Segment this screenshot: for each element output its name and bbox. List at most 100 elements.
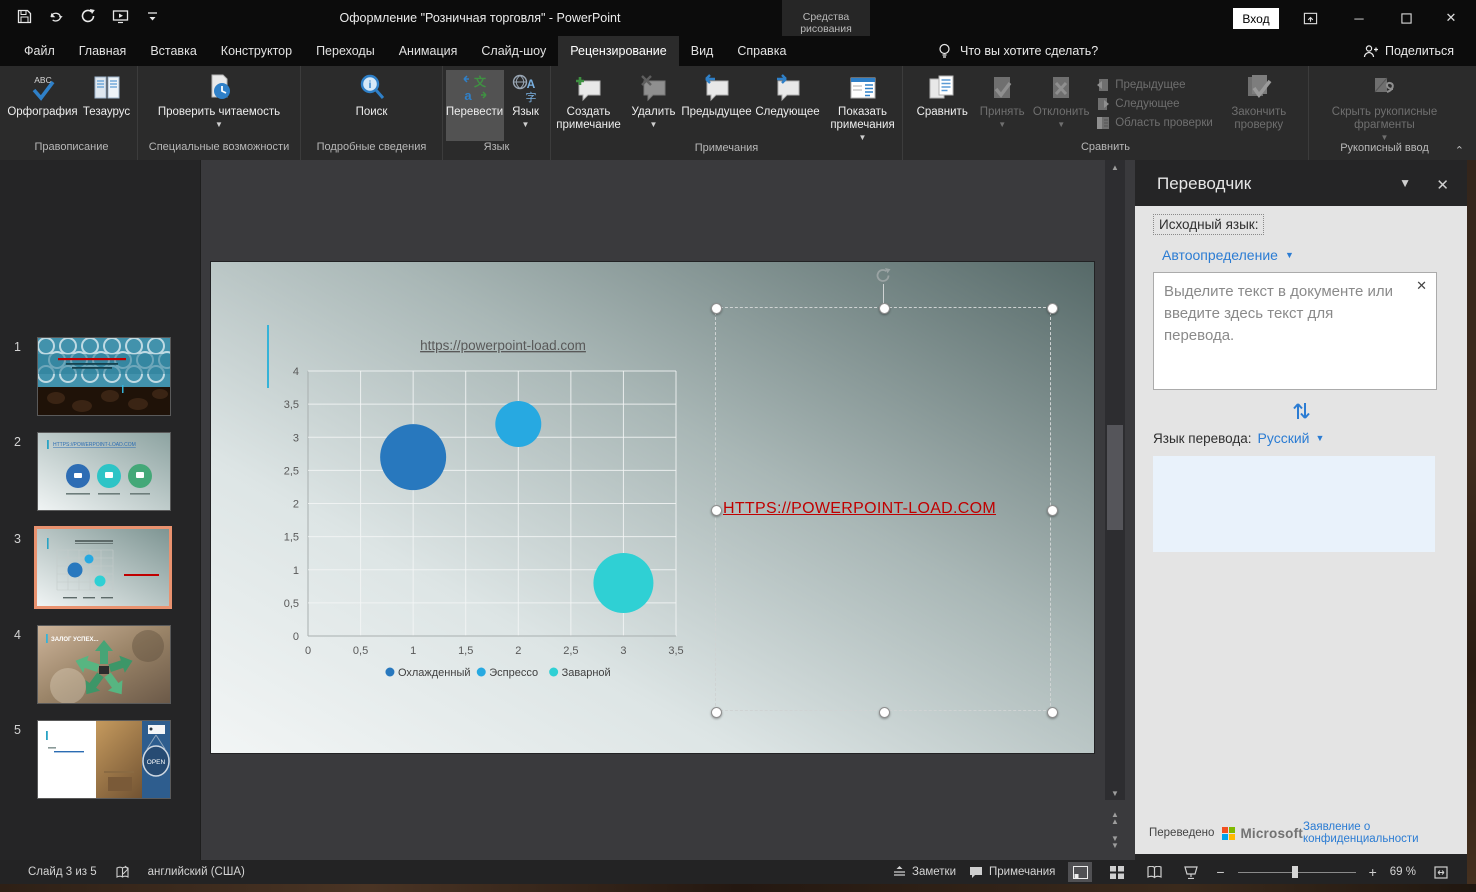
selection-handle-n[interactable]: [879, 303, 890, 314]
proofing-status-icon[interactable]: [115, 865, 130, 880]
selection-handle-w[interactable]: [711, 505, 722, 516]
clear-text-icon[interactable]: ✕: [1416, 278, 1427, 294]
selection-handle-ne[interactable]: [1047, 303, 1058, 314]
source-language-dropdown[interactable]: Автоопределение ▼: [1162, 247, 1294, 263]
slide-sorter-icon: [1110, 866, 1124, 879]
tab-transitions[interactable]: Переходы: [304, 36, 387, 66]
next-comment-button[interactable]: Следующее: [753, 70, 823, 142]
tab-slideshow[interactable]: Слайд-шоу: [469, 36, 558, 66]
textbox-hyperlink-text[interactable]: HTTPS://POWERPOINT-LOAD.COM: [723, 500, 996, 518]
selection-handle-se[interactable]: [1047, 707, 1058, 718]
dropdown-caret-icon: ▼: [1285, 250, 1294, 260]
rotation-handle[interactable]: [875, 267, 892, 284]
pane-options-caret-icon[interactable]: ▼: [1399, 176, 1411, 190]
scroll-up-arrow[interactable]: ▲: [1105, 160, 1125, 174]
bubble-Эспрессо[interactable]: [495, 401, 541, 447]
collapse-ribbon-icon[interactable]: ⌃: [1455, 144, 1464, 157]
tell-me-box[interactable]: Что вы хотите сделать?: [938, 36, 1098, 66]
start-slideshow-icon[interactable]: [112, 8, 129, 25]
slide-thumbnail-2[interactable]: HTTPS://POWERPOINT-LOAD.COM: [38, 433, 170, 510]
language-indicator[interactable]: английский (США): [148, 866, 245, 878]
zoom-slider-knob[interactable]: [1292, 866, 1298, 878]
normal-view-button[interactable]: [1068, 862, 1092, 882]
tab-file[interactable]: Файл: [12, 36, 67, 66]
smart-lookup-button[interactable]: i Поиск: [336, 70, 408, 141]
legend-dot: [549, 668, 558, 677]
slide-thumbnail-5[interactable]: OPEN: [38, 721, 170, 798]
source-text-input[interactable]: Выделите текст в документе или введите з…: [1153, 272, 1437, 390]
group-ink: Скрыть рукописные фрагменты ▼ Рукописный…: [1309, 66, 1460, 160]
slide-sorter-view-button[interactable]: [1105, 862, 1129, 882]
save-icon[interactable]: [16, 8, 33, 25]
target-language-dropdown[interactable]: Русский: [1258, 430, 1310, 446]
zoom-slider[interactable]: [1238, 865, 1356, 879]
target-language-label: Язык перевода:: [1153, 431, 1252, 446]
previous-slide-button[interactable]: ▲▲: [1105, 810, 1125, 826]
language-button[interactable]: А字 Язык ▼: [504, 70, 548, 141]
svg-text:3: 3: [293, 432, 299, 444]
scrollbar-thumb[interactable]: [1107, 425, 1123, 530]
next-slide-button[interactable]: ▼▼: [1105, 834, 1125, 850]
selection-handle-nw[interactable]: [711, 303, 722, 314]
swap-languages-icon[interactable]: [1290, 400, 1312, 422]
reading-view-button[interactable]: [1142, 862, 1166, 882]
delete-comment-button[interactable]: Удалить ▼: [627, 70, 681, 142]
zoom-percentage[interactable]: 69 %: [1390, 866, 1416, 878]
selection-handle-s[interactable]: [879, 707, 890, 718]
minimize-button[interactable]: ─: [1349, 9, 1369, 27]
tab-insert[interactable]: Вставка: [138, 36, 208, 66]
selection-handle-e[interactable]: [1047, 505, 1058, 516]
tab-help[interactable]: Справка: [725, 36, 798, 66]
tab-animations[interactable]: Анимация: [387, 36, 470, 66]
share-button[interactable]: Поделиться: [1363, 36, 1454, 66]
lightbulb-icon: [938, 43, 951, 60]
notes-toggle[interactable]: Заметки: [893, 866, 956, 878]
check-accessibility-button[interactable]: Проверить читаемость ▼: [144, 70, 294, 141]
ribbon-display-options-button[interactable]: [1300, 9, 1320, 27]
dropdown-caret-icon: ▼: [998, 121, 1006, 129]
translate-button[interactable]: 文а Перевести: [446, 70, 504, 141]
vertical-scrollbar[interactable]: ▲ ▼: [1105, 160, 1125, 800]
show-comments-button[interactable]: Показать примечания ▼: [823, 70, 903, 142]
slideshow-icon: [1184, 866, 1198, 879]
translated-by-label: Переведено: [1149, 827, 1214, 839]
legend-label[interactable]: Охлажденный: [398, 667, 471, 679]
chart-title: https://powerpoint-load.com: [420, 338, 586, 353]
close-button[interactable]: ✕: [1441, 9, 1461, 27]
spelling-button[interactable]: ABC Орфография: [8, 70, 78, 141]
undo-icon[interactable]: [48, 8, 65, 25]
fit-slide-to-window-button[interactable]: [1429, 862, 1453, 882]
previous-comment-button[interactable]: Предыдущее: [681, 70, 753, 142]
show-comments-icon: [848, 73, 878, 103]
bubble-Охлажденный[interactable]: [380, 424, 446, 490]
scroll-down-arrow[interactable]: ▼: [1105, 786, 1125, 800]
selection-handle-sw[interactable]: [711, 707, 722, 718]
tab-view[interactable]: Вид: [679, 36, 726, 66]
legend-label[interactable]: Эспрессо: [489, 667, 538, 679]
bubble-Заварной[interactable]: [593, 553, 653, 613]
slideshow-view-button[interactable]: [1179, 862, 1203, 882]
pane-close-icon[interactable]: ✕: [1436, 176, 1449, 194]
privacy-statement-link[interactable]: Заявление о конфиденциальности: [1303, 821, 1455, 845]
zoom-out-button[interactable]: −: [1216, 864, 1224, 880]
legend-label[interactable]: Заварной: [562, 667, 611, 679]
tab-review[interactable]: Рецензирование: [558, 36, 679, 66]
svg-text:HTTPS://POWERPOINT-LOAD.COM: HTTPS://POWERPOINT-LOAD.COM: [53, 442, 136, 448]
new-comment-button[interactable]: Создать примечание: [551, 70, 627, 142]
redo-icon[interactable]: [80, 8, 97, 25]
zoom-in-button[interactable]: +: [1369, 864, 1377, 880]
slide-canvas[interactable]: https://powerpoint-load.com00,511,522,53…: [211, 262, 1094, 753]
sign-in-button[interactable]: Вход: [1233, 8, 1279, 29]
customize-qat-icon[interactable]: [144, 8, 161, 25]
tab-home[interactable]: Главная: [67, 36, 139, 66]
fit-to-window-icon: [1434, 866, 1448, 879]
slide-thumbnail-4[interactable]: ЗАЛОГ УСПЕХ...: [38, 626, 170, 703]
slide-thumbnail-1[interactable]: [38, 338, 170, 415]
slide-thumbnail-3-selected[interactable]: [34, 526, 172, 609]
thesaurus-button[interactable]: Тезаурус: [78, 70, 136, 141]
normal-view-icon: [1073, 866, 1088, 879]
compare-button[interactable]: Сравнить: [910, 70, 974, 141]
comments-toggle[interactable]: Примечания: [969, 866, 1055, 879]
tab-design[interactable]: Конструктор: [209, 36, 304, 66]
maximize-button[interactable]: [1396, 9, 1416, 27]
